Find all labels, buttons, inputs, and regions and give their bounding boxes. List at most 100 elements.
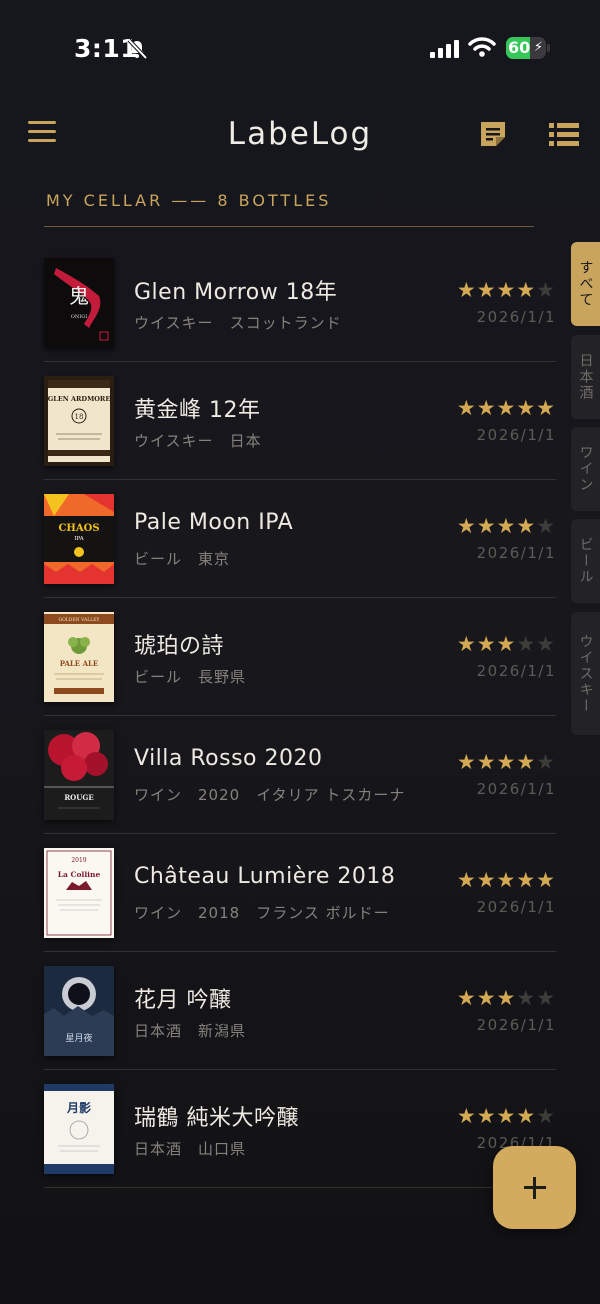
list-item[interactable]: CHAOS IPA Pale Moon IPA ビール 東京 ★★★★★ 2026… (44, 480, 556, 598)
star-filled-icon: ★ (476, 396, 497, 420)
star-filled-icon: ★ (476, 868, 497, 892)
star-filled-icon: ★ (476, 514, 497, 538)
star-filled-icon: ★ (476, 750, 497, 774)
star-filled-icon: ★ (496, 396, 517, 420)
list-item[interactable]: 鬼 ONIGI Glen Morrow 18年 ウイスキー スコットランド ★★★… (44, 244, 556, 362)
star-filled-icon: ★ (476, 986, 497, 1010)
list-item[interactable]: 月影 瑞鶴 純米大吟醸 日本酒 山口県 ★★★★★ 2026/1/1 (44, 1070, 556, 1188)
label-text: GLEN ARDMORE (48, 395, 111, 403)
bottle-meta: 日本酒 新潟県 (134, 1020, 262, 1041)
star-filled-icon: ★ (456, 750, 477, 774)
star-filled-icon: ★ (516, 750, 537, 774)
rating-stars: ★★★★★ (457, 514, 556, 538)
bottle-meta: 日本酒 山口県 (134, 1138, 262, 1159)
signal-icon (430, 40, 459, 58)
list-item[interactable]: ROUGE Villa Rosso 2020 ワイン 2020 イタリア トスカー… (44, 716, 556, 834)
label-thumbnail: 星月夜 (44, 966, 114, 1056)
star-filled-icon: ★ (496, 514, 517, 538)
star-filled-icon: ★ (516, 396, 537, 420)
label-text: 星月夜 (65, 1032, 92, 1044)
label-thumbnail: 月影 (44, 1084, 114, 1174)
bottle-name: 瑞鶴 純米大吟醸 (134, 1106, 299, 1131)
star-filled-icon: ★ (476, 632, 497, 656)
rating-stars: ★★★★★ (457, 1104, 556, 1128)
bottle-meta: ウイスキー 日本 (134, 430, 278, 451)
star-filled-icon: ★ (496, 632, 517, 656)
tab-beer[interactable]: ビール (571, 519, 600, 603)
bottle-name: Château Lumière 2018 (134, 864, 396, 889)
bottle-date: 2026/1/1 (476, 308, 556, 326)
label-thumbnail: ROUGE (44, 730, 114, 820)
label-thumbnail: GOLDEN VALLEY PALE ALE (44, 612, 114, 702)
bottle-meta: ウイスキー スコットランド (134, 312, 358, 333)
bottle-name: Pale Moon IPA (134, 510, 294, 535)
star-filled-icon: ★ (536, 868, 556, 892)
list-item[interactable]: GLEN ARDMORE 18 黄金峰 12年 ウイスキー 日本 ★★★★★ 20… (44, 362, 556, 480)
star-filled-icon: ★ (476, 278, 497, 302)
star-empty-icon: ★ (536, 1104, 556, 1128)
status-bar: 3:11 60 ⚡ (0, 0, 600, 96)
bottle-date: 2026/1/1 (476, 544, 556, 562)
rating-stars: ★★★★★ (457, 868, 556, 892)
star-filled-icon: ★ (456, 396, 477, 420)
bottle-origin: スコットランド (229, 314, 342, 332)
bottle-origin: 日本 (229, 432, 262, 450)
tab-all[interactable]: すべて (571, 242, 600, 326)
rating-stars: ★★★★★ (457, 986, 556, 1010)
star-filled-icon: ★ (456, 868, 477, 892)
tab-whisky[interactable]: ウイスキー (571, 612, 600, 735)
list-item[interactable]: 星月夜 花月 吟醸 日本酒 新潟県 ★★★★★ 2026/1/1 (44, 952, 556, 1070)
bottle-origin: 長野県 (198, 668, 247, 686)
label-text: CHAOS (58, 523, 99, 534)
battery-icon: 60 ⚡ (506, 37, 546, 59)
star-filled-icon: ★ (516, 1104, 537, 1128)
bottle-name: Glen Morrow 18年 (134, 280, 338, 305)
star-empty-icon: ★ (536, 514, 556, 538)
bottle-date: 2026/1/1 (476, 426, 556, 444)
cellar-count: MY CELLAR —— 8 BOTTLES (46, 191, 332, 210)
list-view-button[interactable] (549, 122, 579, 148)
bottle-category: 日本酒 (134, 1140, 183, 1158)
bottle-origin: 山口県 (198, 1140, 247, 1158)
bottle-origin: 2018 フランス ボルドー (198, 904, 390, 922)
bottle-list: 鬼 ONIGI Glen Morrow 18年 ウイスキー スコットランド ★★★… (44, 244, 556, 1188)
charging-icon: ⚡ (533, 40, 543, 55)
bottle-origin: 2020 イタリア トスカーナ (198, 786, 406, 804)
label-text: La Colline (58, 870, 101, 879)
bottle-meta: ビール 東京 (134, 548, 246, 569)
label-text: ONIGI (71, 314, 87, 320)
star-filled-icon: ★ (456, 1104, 477, 1128)
tab-sake[interactable]: 日本酒 (571, 335, 600, 419)
label-text: 18 (75, 413, 84, 421)
label-thumbnail: 2019 La Colline (44, 848, 114, 938)
star-filled-icon: ★ (536, 396, 556, 420)
list-item[interactable]: GOLDEN VALLEY PALE ALE 琥珀の詩 ビール 長野県 ★★★★★… (44, 598, 556, 716)
tab-wine[interactable]: ワイン (571, 427, 600, 511)
star-empty-icon: ★ (536, 278, 556, 302)
rating-stars: ★★★★★ (457, 632, 556, 656)
star-empty-icon: ★ (516, 632, 537, 656)
star-filled-icon: ★ (456, 278, 477, 302)
star-empty-icon: ★ (536, 632, 556, 656)
battery-level: 60 (508, 38, 531, 57)
label-text: IPA (74, 536, 84, 542)
notes-button[interactable] (478, 119, 508, 149)
list-item[interactable]: 2019 La Colline Château Lumière 2018 ワイン… (44, 834, 556, 952)
label-text: ROUGE (64, 793, 93, 802)
star-empty-icon: ★ (536, 986, 556, 1010)
bottle-meta: ワイン 2020 イタリア トスカーナ (134, 784, 421, 805)
bottle-date: 2026/1/1 (476, 780, 556, 798)
bottle-name: 黄金峰 12年 (134, 398, 261, 423)
bottle-meta: ワイン 2018 フランス ボルドー (134, 902, 406, 923)
label-thumbnail: GLEN ARDMORE 18 (44, 376, 114, 466)
star-empty-icon: ★ (536, 750, 556, 774)
bottle-category: ビール (134, 668, 183, 686)
bottle-category: ウイスキー (134, 314, 214, 332)
star-filled-icon: ★ (496, 278, 517, 302)
label-text: 2019 (71, 857, 86, 864)
bottle-name: Villa Rosso 2020 (134, 746, 323, 771)
rating-stars: ★★★★★ (457, 278, 556, 302)
add-bottle-button[interactable] (493, 1146, 576, 1229)
star-filled-icon: ★ (496, 750, 517, 774)
list-view-icon (549, 123, 579, 146)
